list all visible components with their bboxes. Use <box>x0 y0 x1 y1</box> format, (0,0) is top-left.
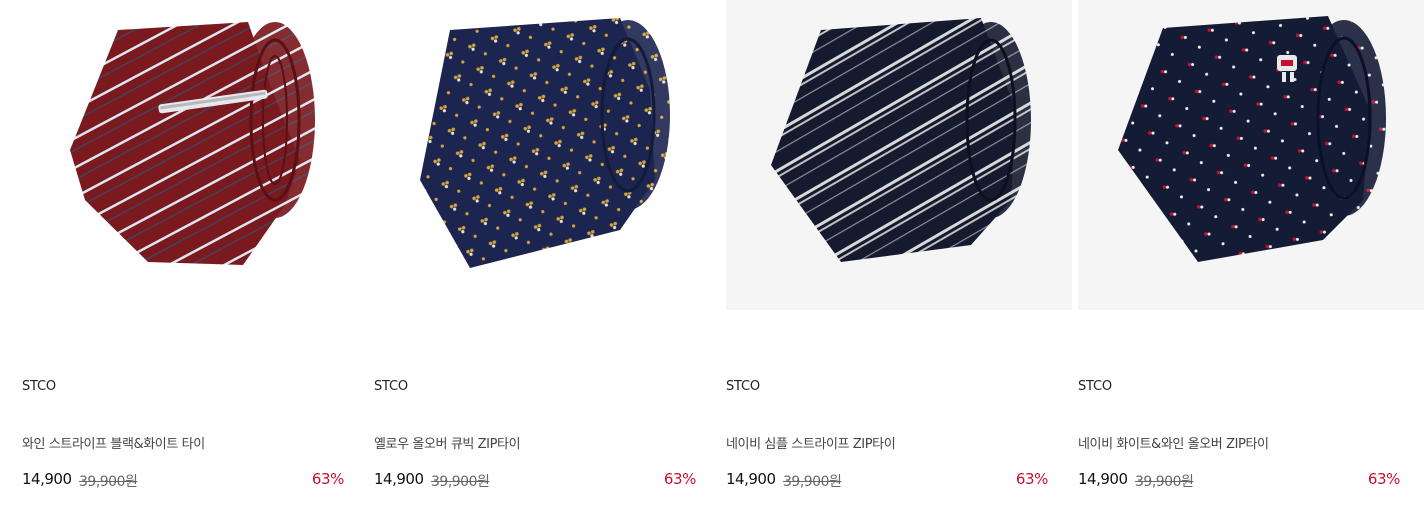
price-row: 14,900 39,900원 63% <box>726 470 1048 492</box>
product-image[interactable] <box>0 0 368 310</box>
tie-navy-stripe-image <box>771 18 1031 262</box>
product-card[interactable]: STCO 네이비 화이트&와인 올오버 ZIP타이 14,900 39,900원… <box>1078 0 1424 520</box>
product-brand[interactable]: STCO <box>726 379 760 394</box>
product-grid: STCO 와인 스트라이프 블랙&화이트 타이 14,900 39,900원 6… <box>0 0 1426 520</box>
product-name[interactable]: 네이비 화이트&와인 올오버 ZIP타이 <box>1078 433 1269 452</box>
discount-rate: 63% <box>663 470 697 488</box>
product-name[interactable]: 옐로우 올오버 큐빅 ZIP타이 <box>374 433 521 452</box>
product-brand[interactable]: STCO <box>22 379 56 394</box>
sale-price: 14,900 <box>22 470 72 488</box>
price-row: 14,900 39,900원 63% <box>374 470 696 492</box>
product-brand[interactable]: STCO <box>374 379 408 394</box>
sale-price: 14,900 <box>374 470 424 488</box>
tie-navy-yellow-dots-image <box>420 18 670 268</box>
product-image[interactable] <box>370 0 722 310</box>
tie-wine-stripe-image <box>70 22 315 265</box>
price-row: 14,900 39,900원 63% <box>1078 470 1400 492</box>
price-row: 14,900 39,900원 63% <box>22 470 344 492</box>
product-image[interactable] <box>726 0 1072 310</box>
product-image[interactable] <box>1078 0 1424 310</box>
tie-navy-wine-dots-image <box>1118 16 1386 262</box>
discount-rate: 63% <box>1367 470 1401 488</box>
discount-rate: 63% <box>1015 470 1049 488</box>
original-price: 39,900원 <box>1135 474 1194 490</box>
discount-rate: 63% <box>311 470 345 488</box>
original-price: 39,900원 <box>783 474 842 490</box>
product-brand[interactable]: STCO <box>1078 379 1112 394</box>
sale-price: 14,900 <box>1078 470 1128 488</box>
original-price: 39,900원 <box>79 474 138 490</box>
product-card[interactable]: STCO 와인 스트라이프 블랙&화이트 타이 14,900 39,900원 6… <box>0 0 368 520</box>
original-price: 39,900원 <box>431 474 490 490</box>
product-card[interactable]: STCO 옐로우 올오버 큐빅 ZIP타이 14,900 39,900원 63% <box>370 0 722 520</box>
product-name[interactable]: 와인 스트라이프 블랙&화이트 타이 <box>22 433 205 452</box>
sale-price: 14,900 <box>726 470 776 488</box>
product-card[interactable]: STCO 네이비 심플 스트라이프 ZIP타이 14,900 39,900원 6… <box>726 0 1072 520</box>
product-name[interactable]: 네이비 심플 스트라이프 ZIP타이 <box>726 433 896 452</box>
